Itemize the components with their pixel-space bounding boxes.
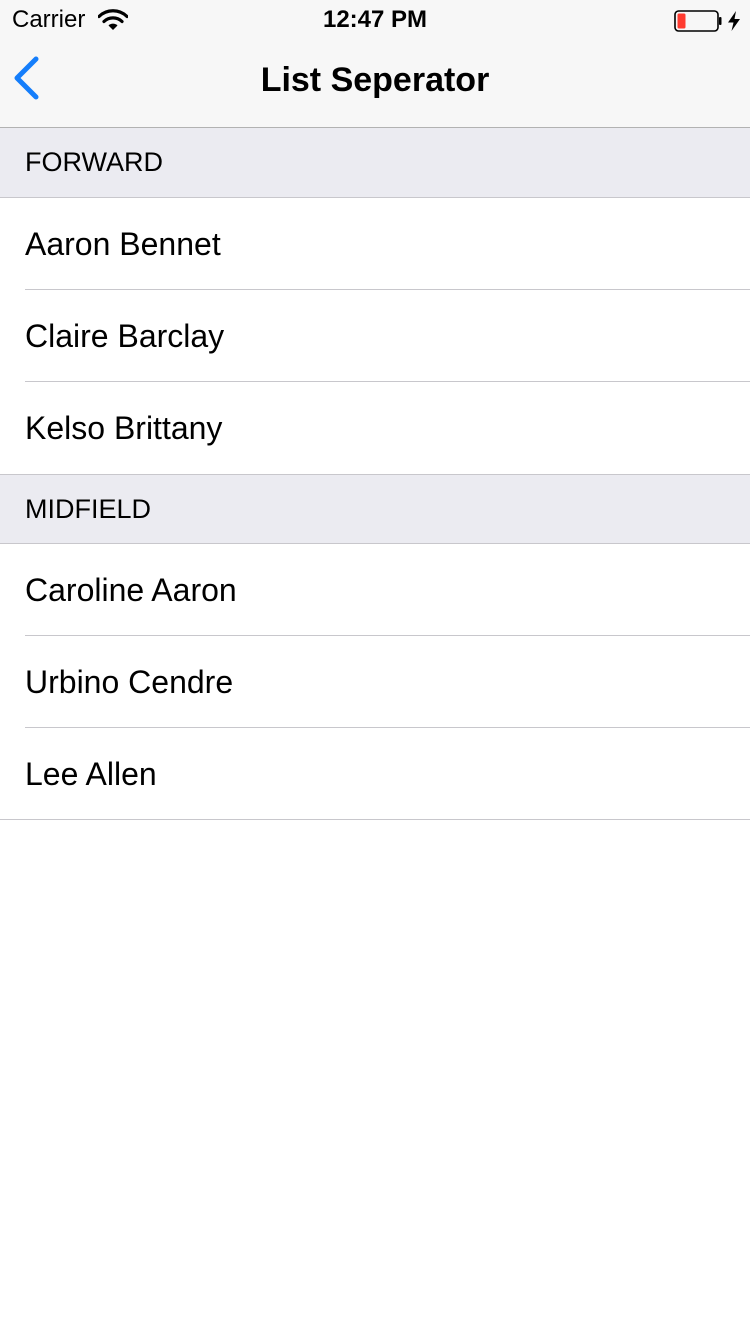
section-header-forward: FORWARD [0, 128, 750, 198]
list-item[interactable]: Urbino Cendre [0, 636, 750, 728]
list-item[interactable]: Lee Allen [0, 728, 750, 820]
list-item-label: Urbino Cendre [25, 663, 234, 700]
list-item-label: Claire Barclay [25, 317, 225, 354]
list-item-label: Kelso Brittany [25, 409, 223, 446]
list-item[interactable]: Claire Barclay [0, 290, 750, 382]
battery-icon [674, 10, 742, 32]
list-item[interactable]: Kelso Brittany [0, 382, 750, 474]
list-item-label: Aaron Bennet [25, 225, 221, 262]
charging-bolt-icon [728, 11, 740, 31]
navigation-bar: List Seperator [0, 40, 750, 128]
list-item[interactable]: Caroline Aaron [0, 544, 750, 636]
top-chrome: Carrier 12:47 PM List Seperator [0, 0, 750, 128]
list-item[interactable]: Aaron Bennet [0, 198, 750, 290]
status-bar: Carrier 12:47 PM [0, 0, 750, 40]
player-list: FORWARD Aaron Bennet Claire Barclay Kels… [0, 128, 750, 820]
list-item-label: Lee Allen [25, 755, 157, 792]
section-header-midfield: MIDFIELD [0, 474, 750, 544]
list-item-label: Caroline Aaron [25, 571, 237, 608]
status-time: 12:47 PM [322, 6, 428, 33]
page-title: List Seperator [260, 61, 490, 99]
